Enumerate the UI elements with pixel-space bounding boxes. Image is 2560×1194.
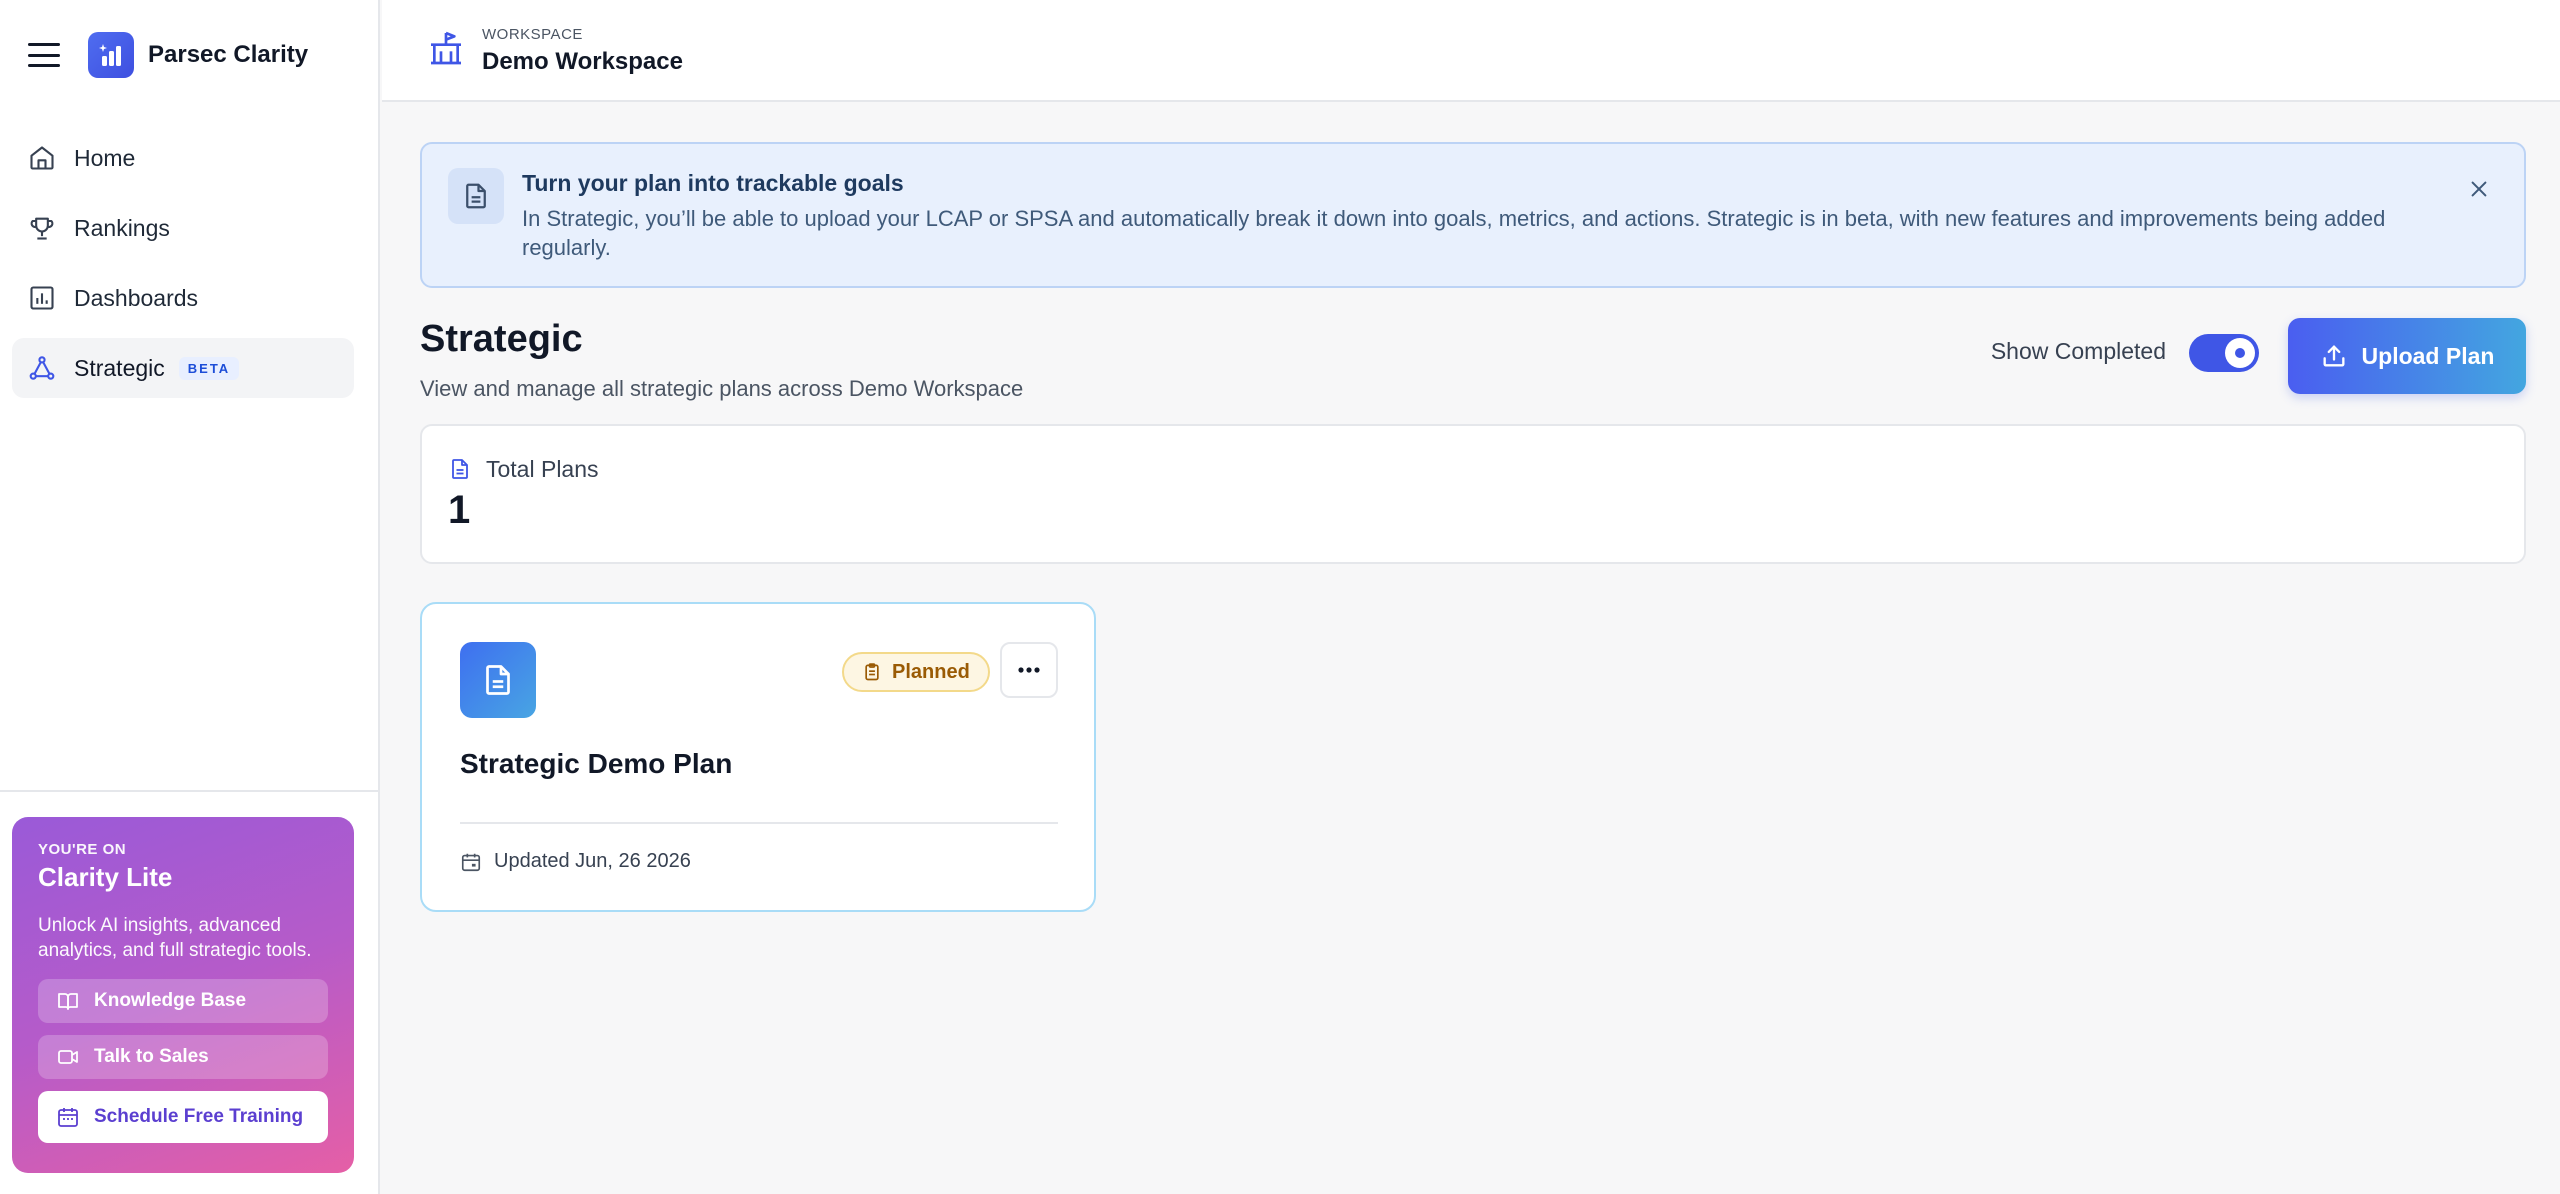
page-title: Strategic bbox=[420, 318, 583, 360]
logo-icon bbox=[88, 32, 134, 78]
plan-divider bbox=[460, 822, 1058, 824]
workspace-label: WORKSPACE bbox=[482, 26, 583, 43]
upload-icon bbox=[2323, 345, 2345, 367]
calendar-icon bbox=[461, 853, 481, 871]
beta-badge: BETA bbox=[178, 356, 240, 380]
chart-icon bbox=[30, 286, 54, 310]
total-plans-value: 1 bbox=[448, 488, 471, 532]
upload-plan-label: Upload Plan bbox=[2361, 342, 2495, 369]
more-options-button[interactable] bbox=[1000, 642, 1058, 698]
total-plans-label: Total Plans bbox=[486, 456, 599, 482]
schedule-training-button[interactable]: Schedule Free Training bbox=[38, 1091, 328, 1143]
plan-title[interactable]: Strategic Demo Plan bbox=[460, 748, 732, 780]
knowledge-base-button[interactable]: Knowledge Base bbox=[38, 979, 328, 1023]
sidebar-item-label: Home bbox=[74, 144, 136, 171]
document-icon bbox=[448, 168, 504, 224]
upload-plan-button[interactable]: Upload Plan bbox=[2288, 318, 2526, 394]
sidebar-item-home[interactable]: Home bbox=[12, 128, 354, 188]
sidebar: Parsec Clarity Home Rankings Dashboards … bbox=[0, 0, 380, 1194]
promo-title: Clarity Lite bbox=[38, 862, 173, 892]
banner-title: Turn your plan into trackable goals bbox=[522, 170, 904, 196]
status-label: Planned bbox=[892, 660, 970, 683]
page-subtitle: View and manage all strategic plans acro… bbox=[420, 376, 1024, 401]
plan-card[interactable]: Planned Strategic Demo Plan Updated Jun,… bbox=[420, 602, 1096, 912]
network-icon bbox=[29, 356, 55, 380]
sidebar-divider bbox=[0, 790, 380, 792]
plan-document-icon bbox=[460, 642, 536, 718]
total-plans-card: Total Plans 1 bbox=[420, 424, 2526, 564]
sidebar-item-rankings[interactable]: Rankings bbox=[12, 198, 354, 258]
calendar-icon bbox=[58, 1108, 78, 1127]
sidebar-item-label: Rankings bbox=[74, 214, 170, 241]
trophy-icon bbox=[30, 217, 54, 240]
schedule-training-label: Schedule Free Training bbox=[94, 1106, 304, 1127]
plan-updated: Updated Jun, 26 2026 bbox=[460, 850, 691, 873]
building-icon bbox=[431, 31, 461, 65]
talk-to-sales-label: Talk to Sales bbox=[94, 1046, 209, 1067]
menu-icon[interactable] bbox=[28, 43, 60, 67]
more-horizontal-icon bbox=[1018, 667, 1040, 673]
status-badge: Planned bbox=[842, 652, 990, 692]
main-content: Turn your plan into trackable goals In S… bbox=[420, 142, 2526, 912]
clipboard-icon bbox=[865, 663, 879, 681]
promo-kicker: YOU'RE ON bbox=[38, 841, 127, 858]
sidebar-item-dashboards[interactable]: Dashboards bbox=[12, 268, 354, 328]
book-icon bbox=[58, 993, 78, 1010]
knowledge-base-label: Knowledge Base bbox=[94, 990, 247, 1011]
document-icon bbox=[452, 459, 468, 479]
top-bar: WORKSPACE Demo Workspace bbox=[382, 0, 2560, 102]
sidebar-item-strategic[interactable]: Strategic BETA bbox=[12, 338, 354, 398]
app-name: Parsec Clarity bbox=[148, 41, 309, 68]
video-icon bbox=[58, 1050, 78, 1064]
plan-promo-card: YOU'RE ON Clarity Lite Unlock AI insight… bbox=[12, 817, 354, 1173]
brand: Parsec Clarity bbox=[28, 32, 308, 78]
sidebar-item-label: Strategic bbox=[74, 354, 165, 381]
banner-text: In Strategic, you’ll be able to upload y… bbox=[522, 206, 2386, 260]
close-icon[interactable] bbox=[2464, 174, 2494, 204]
toggle-knob bbox=[2225, 338, 2255, 368]
page-header: Strategic View and manage all strategic … bbox=[420, 288, 2526, 424]
sidebar-item-label: Dashboards bbox=[74, 284, 199, 311]
promo-description: Unlock AI insights, advanced analytics, … bbox=[38, 915, 312, 961]
show-completed-toggle[interactable] bbox=[2189, 334, 2259, 372]
sidebar-nav: Home Rankings Dashboards Strategic BETA bbox=[12, 128, 354, 408]
workspace-name[interactable]: Demo Workspace bbox=[482, 48, 683, 76]
info-banner: Turn your plan into trackable goals In S… bbox=[420, 142, 2526, 288]
plan-updated-label: Updated Jun, 26 2026 bbox=[494, 850, 691, 872]
home-icon bbox=[30, 146, 54, 170]
talk-to-sales-button[interactable]: Talk to Sales bbox=[38, 1035, 328, 1079]
show-completed-label: Show Completed bbox=[1990, 338, 2166, 364]
